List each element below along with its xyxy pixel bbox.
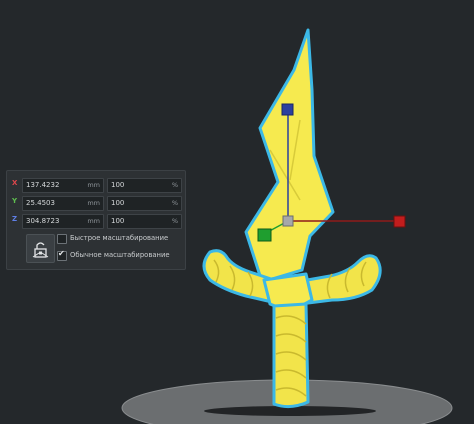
axis-y-label: Y (12, 197, 18, 205)
scale-x-mm-input[interactable]: 137.4232 mm (22, 178, 104, 193)
uniform-scaling-checkbox[interactable]: ✔ (57, 249, 67, 261)
axis-z-label: Z (12, 215, 18, 223)
scale-tool-panel: X 137.4232 mm 100 % Y 25.4503 mm 100 % Z… (6, 170, 186, 270)
sword-blade (244, 28, 335, 284)
scale-x-percent-input[interactable]: 100 % (107, 178, 182, 193)
gizmo-x-handle[interactable] (393, 215, 406, 228)
scale-y-mm-input[interactable]: 25.4503 mm (22, 196, 104, 211)
gizmo-center-handle[interactable] (282, 215, 294, 227)
snap-scaling-label: Быстрое масштабирование (70, 234, 169, 242)
scale-lock-button[interactable] (26, 234, 55, 263)
scale-z-mm-input[interactable]: 304.8723 mm (22, 214, 104, 229)
checkmark-icon: ✔ (58, 249, 65, 258)
scale-lock-icon (32, 242, 49, 258)
gizmo-y-handle[interactable] (257, 228, 272, 242)
sword-handle (272, 302, 310, 409)
axis-x-label: X (12, 179, 18, 187)
gizmo-z-handle[interactable] (281, 103, 294, 116)
scale-y-percent-input[interactable]: 100 % (107, 196, 182, 211)
scale-z-percent-input[interactable]: 100 % (107, 214, 182, 229)
snap-scaling-checkbox[interactable] (57, 234, 67, 244)
uniform-scaling-label: Обычное масштабирование (70, 251, 170, 259)
